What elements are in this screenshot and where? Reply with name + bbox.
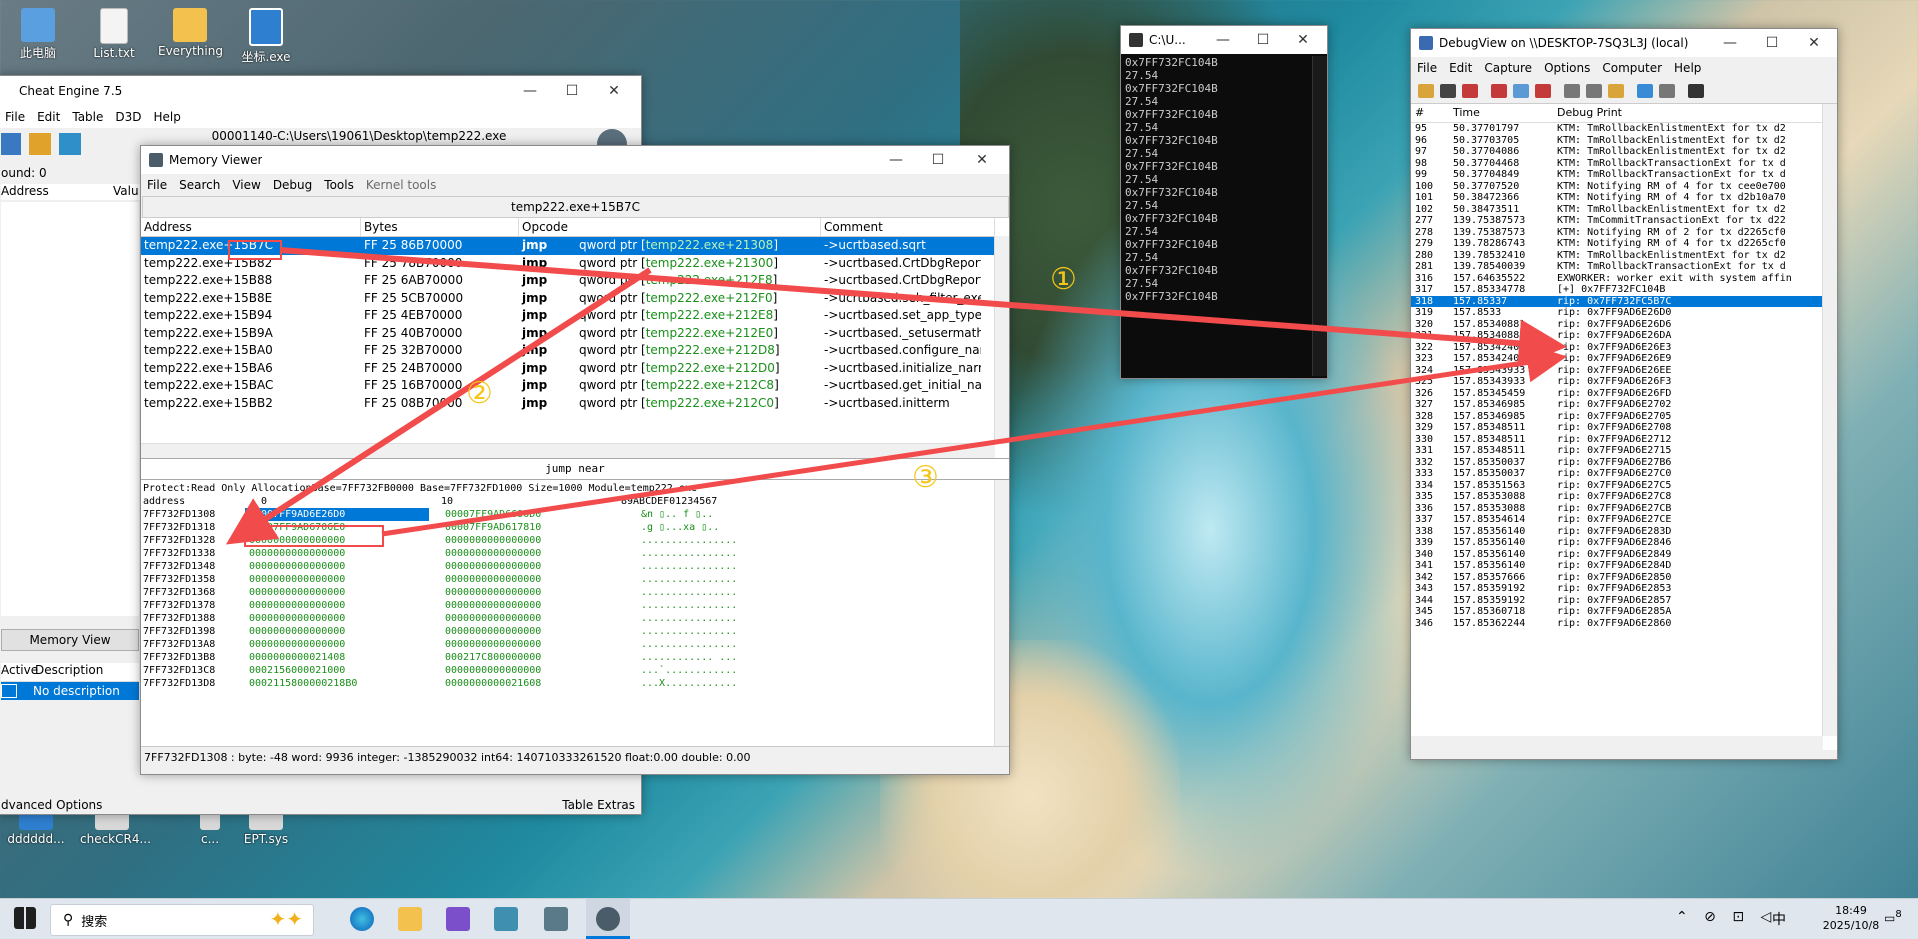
ime-indicator[interactable]: 中 (1772, 909, 1786, 929)
annotation-arrows (225, 247, 1567, 545)
visual-studio-icon[interactable] (446, 907, 470, 931)
arrow-3 (381, 342, 1567, 537)
start-windows-icon[interactable] (14, 907, 36, 929)
debugview-taskbar-icon[interactable] (494, 907, 518, 931)
sparkle-icon: ✦✦ (269, 907, 303, 931)
clock-date: 2025/10/8 (1822, 919, 1880, 932)
search-placeholder: 搜索 (81, 914, 108, 930)
cheat-engine-taskbar-button[interactable] (586, 899, 630, 939)
taskbar-clock[interactable]: 18:49 2025/10/8 (1816, 903, 1886, 933)
cheat-engine-icon (596, 907, 620, 931)
callout-2: ② (466, 376, 493, 411)
notification-count: 8 (1895, 909, 1902, 920)
clock-time: 18:49 (1835, 904, 1867, 917)
callout-1: ① (1050, 262, 1077, 297)
notification-icon[interactable]: ▭8 (1884, 909, 1902, 925)
callout-3: ③ (912, 460, 939, 495)
file-explorer-icon[interactable] (398, 907, 422, 931)
edge-browser-icon[interactable] (350, 907, 374, 931)
arrow-2 (225, 267, 652, 545)
arrow-1 (279, 247, 1567, 368)
console-taskbar-icon[interactable] (544, 907, 568, 931)
taskbar-search-box[interactable]: ⚲ 搜索 ✦✦ (50, 904, 314, 936)
search-icon: ⚲ (63, 912, 74, 928)
system-tray-icons[interactable]: ⌃ ⊘ ⊡ ◁ (1676, 909, 1777, 925)
taskbar: ⚲ 搜索 ✦✦ ⌃ ⊘ ⊡ ◁ 中 18:49 2025/10/8 ▭8 (0, 898, 1918, 939)
